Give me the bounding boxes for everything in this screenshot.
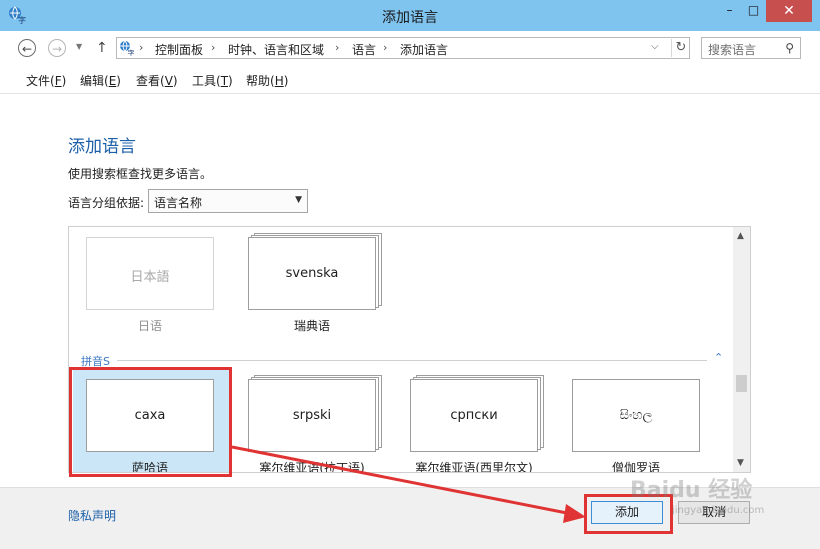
- add-language-window: 字 添加语言 – □ ✕ ← → ▼ ↑ 字 › 控制面板 › 时钟、语言和区域…: [0, 0, 820, 549]
- baidu-watermark-url: jingyan.baidu.com: [672, 505, 765, 516]
- tutorial-arrow: [231, 445, 586, 523]
- baidu-watermark: Baidu 经验: [630, 478, 753, 503]
